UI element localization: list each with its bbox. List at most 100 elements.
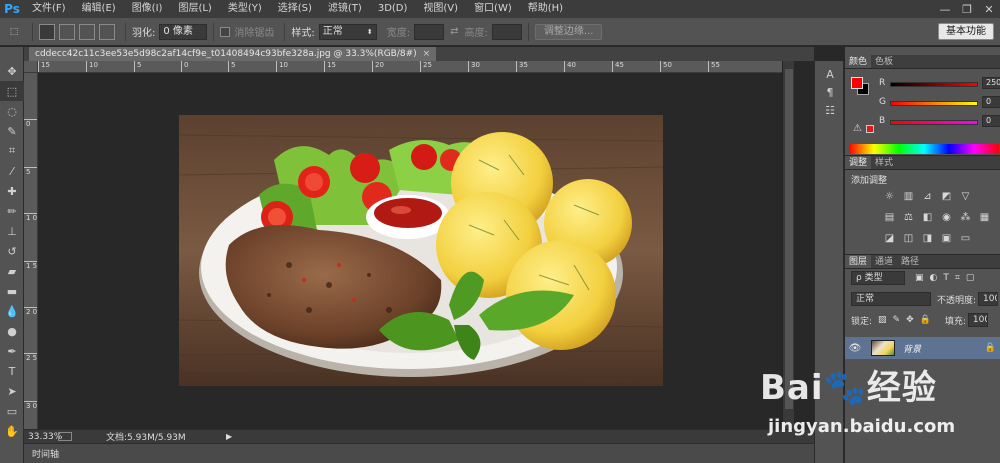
- photo-filter-icon[interactable]: ◉: [940, 211, 953, 224]
- color-balance-icon[interactable]: ⚖: [902, 211, 915, 224]
- menu-edit[interactable]: 编辑(E): [74, 0, 124, 18]
- menu-file[interactable]: 文件(F): [24, 0, 74, 18]
- green-value-input[interactable]: 0: [982, 96, 1000, 108]
- healing-brush-icon[interactable]: ✚: [0, 181, 24, 201]
- document-tab[interactable]: cddecc42c11c3ee53e5d98c2af14cf9e_t014084…: [29, 47, 437, 61]
- gamut-warning-icon[interactable]: ⚠: [853, 123, 862, 134]
- pen-tool-icon[interactable]: ✒: [0, 341, 24, 361]
- blend-mode-select[interactable]: 正常: [851, 292, 931, 306]
- menu-view[interactable]: 视图(V): [415, 0, 466, 18]
- quick-select-tool-icon[interactable]: ✎: [0, 121, 24, 141]
- menu-select[interactable]: 选择(S): [270, 0, 320, 18]
- threshold-icon[interactable]: ◨: [921, 232, 934, 245]
- gamut-warning-swatch[interactable]: [866, 125, 874, 133]
- vertical-ruler[interactable]: 0 5 1 0 1 5 2 0 2 5 3 0: [24, 61, 38, 429]
- restore-button[interactable]: ❐: [956, 0, 978, 18]
- document-image[interactable]: [179, 115, 663, 386]
- red-slider[interactable]: [890, 82, 978, 87]
- width-input[interactable]: [414, 23, 445, 40]
- lock-icons[interactable]: ▨✎✥🔒: [878, 315, 937, 325]
- levels-icon[interactable]: ▥: [902, 190, 915, 203]
- blue-slider[interactable]: [890, 120, 978, 125]
- color-spectrum-bar[interactable]: [849, 144, 999, 154]
- eyedropper-tool-icon[interactable]: ⁄: [0, 161, 24, 181]
- workspace-button[interactable]: 基本功能: [938, 23, 994, 40]
- hue-saturation-icon[interactable]: ▤: [883, 211, 896, 224]
- brush-tool-icon[interactable]: ✏: [0, 201, 24, 221]
- gradient-map-icon[interactable]: ▭: [959, 232, 972, 245]
- path-select-icon[interactable]: ➤: [0, 381, 24, 401]
- dodge-tool-icon[interactable]: ●: [0, 321, 24, 341]
- tab-styles[interactable]: 样式: [871, 156, 897, 169]
- subtract-selection-icon[interactable]: [79, 23, 95, 40]
- black-white-icon[interactable]: ◧: [921, 211, 934, 224]
- tab-layers[interactable]: 图层: [845, 255, 872, 268]
- horizontal-ruler[interactable]: 15 10 5 0 5 10 15 20 25 30 35 40 45 50 5…: [38, 61, 782, 73]
- vibrance-icon[interactable]: ▽: [959, 190, 972, 203]
- color-lookup-icon[interactable]: ▦: [978, 211, 991, 224]
- move-tool-icon[interactable]: ✥: [0, 61, 24, 81]
- gradient-tool-icon[interactable]: ▬: [0, 281, 24, 301]
- blue-value-input[interactable]: 0: [982, 115, 1000, 127]
- paragraph-panel-icon[interactable]: ¶: [815, 83, 845, 101]
- ruler-origin[interactable]: [24, 61, 38, 73]
- tab-channels[interactable]: 通道: [871, 255, 897, 268]
- zoom-level-field[interactable]: 33.33%: [24, 432, 62, 442]
- tab-adjustments[interactable]: 调整: [845, 156, 872, 169]
- eraser-tool-icon[interactable]: ▰: [0, 261, 24, 281]
- refine-edge-button[interactable]: 调整边缘...: [534, 23, 603, 40]
- menu-image[interactable]: 图像(I): [124, 0, 171, 18]
- feather-input[interactable]: 0 像素: [159, 23, 208, 40]
- timeline-panel-tab[interactable]: 时间轴: [24, 443, 814, 463]
- antialias-checkbox[interactable]: [220, 26, 231, 37]
- type-tool-icon[interactable]: T: [0, 361, 24, 381]
- opacity-input[interactable]: 100%: [978, 292, 999, 306]
- menu-window[interactable]: 窗口(W): [466, 0, 520, 18]
- properties-panel-icon[interactable]: ☷: [815, 101, 845, 119]
- brightness-icon[interactable]: ☼: [883, 190, 896, 203]
- new-selection-icon[interactable]: [39, 23, 55, 40]
- red-value-input[interactable]: 250: [982, 77, 1000, 89]
- marquee-tool-preset-icon[interactable]: ⬚: [6, 24, 22, 40]
- close-icon[interactable]: ×: [423, 49, 431, 59]
- tab-color[interactable]: 颜色: [845, 55, 872, 68]
- exposure-icon[interactable]: ◩: [940, 190, 953, 203]
- character-panel-icon[interactable]: A: [815, 65, 845, 83]
- style-select[interactable]: 正常 ⬍: [318, 23, 377, 40]
- marquee-tool-icon[interactable]: ⬚: [0, 81, 24, 101]
- close-window-button[interactable]: ✕: [978, 0, 1000, 18]
- menu-layer[interactable]: 图层(L): [170, 0, 219, 18]
- foreground-color-swatch[interactable]: [851, 77, 863, 89]
- height-input[interactable]: [491, 23, 522, 40]
- blur-tool-icon[interactable]: 💧: [0, 301, 24, 321]
- posterize-icon[interactable]: ◫: [902, 232, 915, 245]
- layer-row-background[interactable]: 👁 背景 🔒: [845, 337, 1000, 359]
- status-menu-icon[interactable]: ▶: [226, 432, 232, 441]
- history-brush-icon[interactable]: ↺: [0, 241, 24, 261]
- crop-tool-icon[interactable]: ⌗: [0, 141, 24, 161]
- menu-filter[interactable]: 滤镜(T): [320, 0, 370, 18]
- menu-3d[interactable]: 3D(D): [370, 0, 416, 18]
- fill-input[interactable]: 100%: [967, 313, 988, 327]
- rectangle-tool-icon[interactable]: ▭: [0, 401, 24, 421]
- menu-type[interactable]: 类型(Y): [220, 0, 270, 18]
- menu-help[interactable]: 帮助(H): [520, 0, 571, 18]
- hand-tool-icon[interactable]: ✋: [0, 421, 24, 441]
- add-selection-icon[interactable]: [59, 23, 75, 40]
- clone-stamp-icon[interactable]: ⊥: [0, 221, 24, 241]
- invert-icon[interactable]: ◪: [883, 232, 896, 245]
- layer-name[interactable]: 背景: [903, 342, 921, 355]
- channel-mixer-icon[interactable]: ⁂: [959, 211, 972, 224]
- preview-icon[interactable]: [58, 432, 72, 441]
- eye-icon[interactable]: 👁: [845, 343, 865, 354]
- green-slider[interactable]: [890, 101, 978, 106]
- curves-icon[interactable]: ⊿: [921, 190, 934, 203]
- layer-filter-select[interactable]: ρ 类型: [851, 271, 905, 285]
- tab-swatches[interactable]: 色板: [871, 55, 897, 68]
- swap-icon[interactable]: ⇄: [450, 26, 458, 37]
- selective-color-icon[interactable]: ▣: [940, 232, 953, 245]
- layer-filter-icons[interactable]: ▣◐T⌗▢: [915, 273, 980, 283]
- intersect-selection-icon[interactable]: [99, 23, 115, 40]
- tab-paths[interactable]: 路径: [897, 255, 923, 268]
- minimize-button[interactable]: —: [934, 0, 956, 18]
